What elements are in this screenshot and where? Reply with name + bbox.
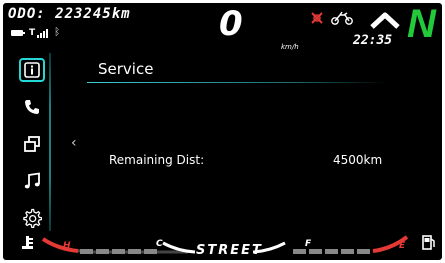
remaining-distance-value: 4500km <box>333 153 383 167</box>
dashboard-screen: ODO: 223245km T ᛒ 0 km/h 22:35 N Service… <box>3 3 442 260</box>
speed-unit: km/h <box>281 43 299 51</box>
remaining-distance-label: Remaining Dist: <box>109 153 205 167</box>
traction-warning-icon <box>311 12 323 24</box>
signal-icon: T <box>29 28 49 38</box>
bluetooth-icon: ᛒ <box>54 27 61 38</box>
coolant-temp-icon <box>22 236 33 249</box>
odometer: ODO: 223245km <box>8 6 131 22</box>
connection-status: T ᛒ <box>11 27 60 38</box>
motorcycle-icon <box>331 11 353 25</box>
fuel-full-mark: F <box>305 239 312 249</box>
fuel-empty-mark: E <box>399 241 406 251</box>
info-icon <box>24 62 40 78</box>
sidebar-item-info[interactable] <box>19 58 45 82</box>
fuel-pump-icon <box>422 235 435 250</box>
warning-icons <box>309 11 353 25</box>
temp-hot-mark: H <box>63 241 71 251</box>
phone-icon <box>25 100 39 114</box>
sidebar-item-windows[interactable] <box>19 130 45 158</box>
gear-indicator: N <box>407 3 436 46</box>
sidebar-menu <box>19 56 45 241</box>
sidebar-item-music[interactable] <box>19 167 45 195</box>
chevron-up-icon <box>370 12 400 29</box>
temp-cold-mark: C <box>156 239 163 249</box>
battery-icon <box>11 29 25 36</box>
sidebar-item-phone[interactable] <box>19 93 45 121</box>
sidebar-divider <box>49 53 51 231</box>
music-note-icon <box>24 172 40 189</box>
page-title: Service <box>98 60 154 78</box>
windows-icon <box>24 136 40 152</box>
title-divider <box>87 82 387 83</box>
speed-value: 0 <box>219 4 243 44</box>
chevron-left-icon[interactable]: ‹ <box>71 135 77 151</box>
riding-mode: STREET <box>196 243 263 258</box>
clock: 22:35 <box>353 33 393 48</box>
